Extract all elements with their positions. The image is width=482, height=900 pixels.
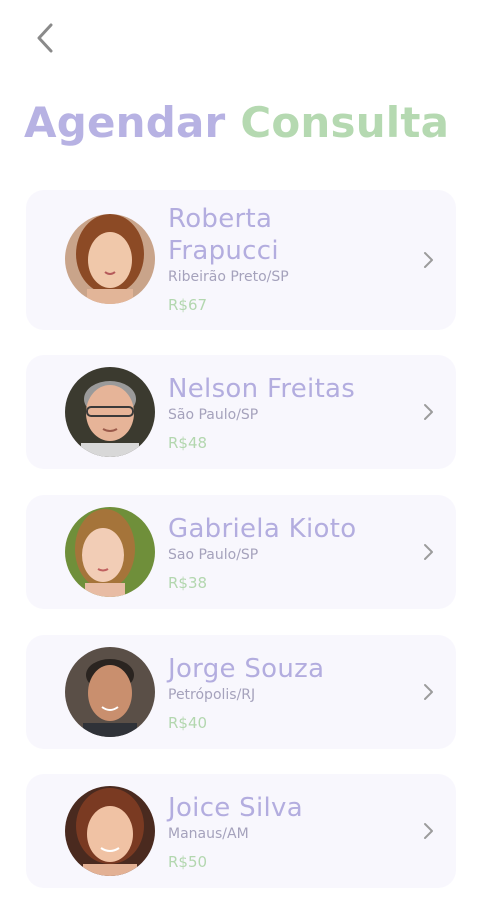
doctor-name: Roberta Frapucci [168, 203, 408, 267]
doctor-card[interactable]: Roberta Frapucci Ribeirão Preto/SP R$67 [26, 190, 456, 330]
doctor-info: Joice Silva Manaus/AM R$50 [168, 792, 408, 872]
doctor-card[interactable]: Nelson Freitas São Paulo/SP R$48 [26, 355, 456, 469]
doctor-info: Jorge Souza Petrópolis/RJ R$40 [168, 653, 408, 733]
doctor-name-line1: Roberta [168, 204, 273, 234]
doctor-card[interactable]: Gabriela Kioto Sao Paulo/SP R$38 [26, 495, 456, 609]
doctor-info: Nelson Freitas São Paulo/SP R$48 [168, 373, 408, 453]
page-title-part1: Agendar [24, 98, 226, 147]
doctor-price: R$48 [168, 434, 208, 452]
doctor-info: Roberta Frapucci Ribeirão Preto/SP R$67 [168, 203, 408, 315]
page-title-part2: Consulta [240, 98, 450, 147]
doctor-info: Gabriela Kioto Sao Paulo/SP R$38 [168, 513, 408, 593]
doctor-avatar [65, 214, 155, 304]
chevron-right-icon [424, 823, 433, 839]
doctor-avatar [65, 367, 155, 457]
doctor-card[interactable]: Jorge Souza Petrópolis/RJ R$40 [26, 635, 456, 749]
doctor-price: R$67 [168, 296, 208, 314]
doctor-name: Joice Silva [168, 793, 303, 823]
doctor-location: Manaus/AM [168, 826, 249, 842]
doctor-location: Ribeirão Preto/SP [168, 269, 289, 285]
chevron-right-icon [424, 252, 433, 268]
doctor-card[interactable]: Joice Silva Manaus/AM R$50 [26, 774, 456, 888]
chevron-left-icon [37, 23, 53, 53]
doctor-price: R$38 [168, 574, 208, 592]
doctor-name-line2: Frapucci [168, 236, 279, 266]
chevron-right-icon [424, 684, 433, 700]
doctor-avatar [65, 507, 155, 597]
doctor-name: Nelson Freitas [168, 374, 356, 404]
doctor-avatar [65, 786, 155, 876]
back-button[interactable] [28, 20, 64, 56]
doctor-location: Petrópolis/RJ [168, 687, 256, 703]
doctor-name: Jorge Souza [168, 654, 325, 684]
chevron-right-icon [424, 544, 433, 560]
page-title: Agendar Consulta [24, 96, 449, 150]
doctor-avatar [65, 647, 155, 737]
doctor-name: Gabriela Kioto [168, 514, 357, 544]
doctor-location: São Paulo/SP [168, 407, 259, 423]
doctor-location: Sao Paulo/SP [168, 547, 259, 563]
doctor-price: R$40 [168, 714, 208, 732]
doctor-price: R$50 [168, 853, 208, 871]
chevron-right-icon [424, 404, 433, 420]
